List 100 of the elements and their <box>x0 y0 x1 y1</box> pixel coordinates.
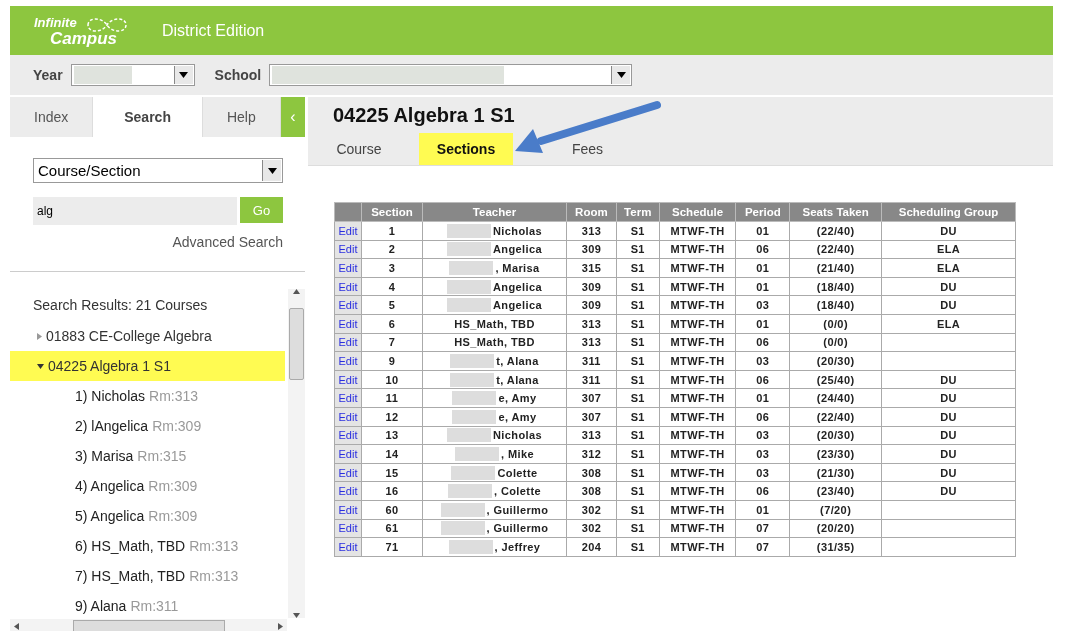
table-cell: (22/40) <box>789 240 882 259</box>
table-cell: DU <box>881 370 1016 389</box>
table-cell: 313 <box>566 333 617 352</box>
search-type-dropdown[interactable]: Course/Section <box>33 158 283 183</box>
table-cell: , Jeffrey <box>494 540 541 553</box>
table-cell: MTWF-TH <box>659 258 736 278</box>
table-cell: 11 <box>361 388 423 408</box>
table-cell: 03 <box>735 444 790 464</box>
section-item[interactable]: 5) Angelica Rm:309 <box>10 501 287 531</box>
table-cell: S1 <box>616 463 660 482</box>
table-cell: 312 <box>566 444 617 464</box>
table-cell: ELA <box>881 240 1016 259</box>
table-cell: 61 <box>361 519 423 538</box>
table-cell: Angelica <box>492 280 542 293</box>
table-cell: 60 <box>361 500 423 519</box>
section-item[interactable]: 2) lAngelica Rm:309 <box>10 411 287 441</box>
table-cell: (22/40) <box>789 407 882 427</box>
table-cell: 01 <box>735 500 790 519</box>
table-cell: 309 <box>566 277 617 296</box>
scroll-thumb[interactable] <box>72 619 225 631</box>
table-cell: 71 <box>361 537 423 557</box>
table-cell: MTWF-TH <box>659 295 736 315</box>
edition-label: District Edition <box>162 21 265 40</box>
tab[interactable]: Sections <box>419 133 513 165</box>
table-cell: ELA <box>881 314 1016 334</box>
side-tab[interactable]: Search <box>93 97 203 137</box>
course-item[interactable]: 04225 Algebra 1 S1 <box>10 351 285 381</box>
advanced-search-link[interactable]: Advanced Search <box>172 234 283 250</box>
logo: Infinite Campus <box>34 10 134 51</box>
table-cell: 14 <box>361 444 423 464</box>
table-cell: HS_Math, TBD <box>454 317 535 330</box>
table-cell: (22/40) <box>789 221 882 241</box>
table-cell: MTWF-TH <box>659 277 736 296</box>
table-cell: 01 <box>735 221 790 241</box>
table-cell: 307 <box>566 388 617 408</box>
table-cell: (25/40) <box>789 370 882 389</box>
table-cell: S1 <box>616 500 660 519</box>
table-cell: 6 <box>361 314 423 334</box>
school-dropdown[interactable] <box>269 64 633 86</box>
table-cell: DU <box>881 426 1016 445</box>
table-cell: MTWF-TH <box>659 240 736 259</box>
table-cell: 7 <box>361 333 423 352</box>
table-cell: 302 <box>566 519 617 538</box>
table-cell: (18/40) <box>789 295 882 315</box>
table-cell: 9 <box>361 351 423 371</box>
table-cell: 313 <box>566 221 617 241</box>
table-cell: DU <box>881 295 1016 315</box>
table-cell: (7/20) <box>789 500 882 519</box>
column-header: Room <box>566 202 617 222</box>
table-cell: S1 <box>616 426 660 445</box>
school-label: School <box>214 67 262 83</box>
table-cell: 03 <box>735 463 790 482</box>
column-header: Scheduling Group <box>881 202 1016 222</box>
table-cell: MTWF-TH <box>659 407 736 427</box>
table-cell: MTWF-TH <box>659 537 736 557</box>
scroll-thumb[interactable] <box>289 308 304 380</box>
table-cell: 03 <box>735 295 790 315</box>
table-cell: 309 <box>566 295 617 315</box>
scroll-left-icon <box>14 623 19 630</box>
table-cell: 01 <box>735 258 790 278</box>
column-header: Period <box>735 202 790 222</box>
table-cell: (0/0) <box>789 314 882 334</box>
table-cell: S1 <box>616 277 660 296</box>
table-cell: 07 <box>735 519 790 538</box>
table-cell: S1 <box>616 314 660 334</box>
section-item[interactable]: 4) Angelica Rm:309 <box>10 471 287 501</box>
table-cell: DU <box>881 444 1016 464</box>
table-cell: 313 <box>566 314 617 334</box>
table-cell: MTWF-TH <box>659 444 736 464</box>
section-item[interactable]: 6) HS_Math, TBD Rm:313 <box>10 531 287 561</box>
table-cell: 01 <box>735 277 790 296</box>
table-cell: 308 <box>566 481 617 501</box>
search-field[interactable]: alg <box>33 197 237 225</box>
table-cell: t, Alana <box>496 354 539 367</box>
table-cell: (21/30) <box>789 463 882 482</box>
table-cell: (21/40) <box>789 258 882 278</box>
table-cell: 309 <box>566 240 617 259</box>
table-cell: (24/40) <box>789 388 882 408</box>
course-item[interactable]: 01883 CE-College Algebra <box>10 321 287 351</box>
table-cell: 3 <box>361 258 423 278</box>
table-cell: S1 <box>616 519 660 538</box>
section-item[interactable]: 1) Nicholas Rm:313 <box>10 381 287 411</box>
year-label: Year <box>33 67 63 83</box>
table-cell: , Mike <box>501 447 534 460</box>
table-cell: 311 <box>566 351 617 371</box>
table-cell: 07 <box>735 537 790 557</box>
table-cell: S1 <box>616 351 660 371</box>
table-cell: (23/40) <box>789 481 882 501</box>
table-cell: 302 <box>566 500 617 519</box>
table-cell: S1 <box>616 258 660 278</box>
table-cell: S1 <box>616 221 660 241</box>
section-item[interactable]: 7) HS_Math, TBD Rm:313 <box>10 561 287 591</box>
table-cell: 315 <box>566 258 617 278</box>
table-cell: Angelica <box>492 243 542 256</box>
section-item[interactable]: 3) Marisa Rm:315 <box>10 441 287 471</box>
scroll-down-icon <box>293 613 300 618</box>
year-dropdown[interactable] <box>70 64 195 86</box>
vertical-scrollbar[interactable] <box>288 289 305 618</box>
section-item[interactable]: 9) Alana Rm:311 <box>10 591 287 618</box>
horizontal-scrollbar[interactable] <box>10 619 287 631</box>
